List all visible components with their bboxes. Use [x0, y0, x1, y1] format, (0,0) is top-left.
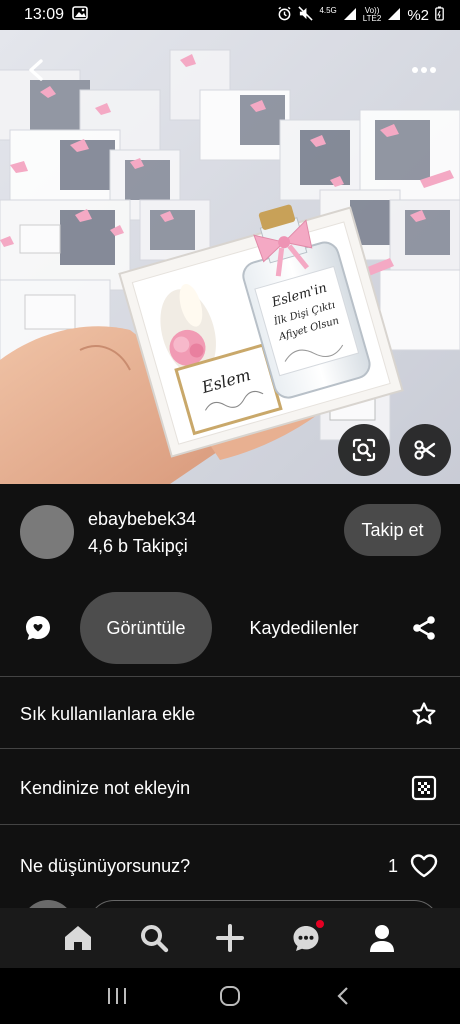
back-button[interactable]: [18, 52, 54, 88]
crop-button[interactable]: [399, 424, 451, 476]
recent-apps-button[interactable]: [97, 976, 137, 1016]
profile-icon: [370, 925, 394, 952]
follower-count: 4,6 b Takipçi: [88, 536, 188, 556]
lte-text: LTE2: [362, 14, 382, 23]
battery-icon: [435, 6, 444, 24]
visual-search-button[interactable]: [338, 424, 390, 476]
signal-icon: [343, 7, 357, 24]
network-top: 4.5G: [319, 6, 337, 15]
avatar[interactable]: [20, 505, 74, 559]
pin-photo-illustration: Eslem Eslem'in İlk Dişi Çıktı Afiyet Ols…: [0, 30, 460, 484]
action-tabs: Görüntüle Kaydedilenler: [0, 590, 460, 666]
comment-button[interactable]: [20, 610, 56, 646]
battery-percent: %2: [407, 6, 429, 24]
more-options-button[interactable]: [406, 52, 442, 88]
add-icon: [216, 924, 244, 952]
tab-saved[interactable]: Kaydedilenler: [236, 592, 372, 664]
divider: [0, 748, 460, 749]
favorites-label: Sık kullanılanlara ekle: [20, 703, 196, 724]
search-icon: [141, 925, 169, 953]
creator-row: ebaybebek34 4,6 b Takipçi Takip et: [0, 484, 460, 580]
nav-profile[interactable]: [362, 918, 402, 958]
home-icon: [65, 926, 91, 950]
notification-dot: [316, 920, 324, 928]
more-icon: [412, 67, 436, 73]
network-type: 4.5G .: [319, 7, 336, 23]
comment-icon: [26, 616, 50, 640]
scissors-icon: [414, 440, 436, 460]
nav-home[interactable]: [58, 918, 98, 958]
signal-icon-2: [387, 7, 401, 24]
share-icon: [413, 616, 435, 640]
nav-messages[interactable]: [286, 918, 326, 958]
nav-create[interactable]: [210, 918, 250, 958]
nav-search[interactable]: [134, 918, 174, 958]
divider: [0, 824, 460, 825]
recent-apps-icon: [107, 988, 126, 1004]
back-arrow-icon: [29, 59, 43, 81]
heart-icon[interactable]: [408, 850, 440, 882]
mute-icon: [298, 6, 314, 24]
home-button[interactable]: [210, 976, 250, 1016]
share-button[interactable]: [406, 610, 442, 646]
status-time: 13:09: [24, 6, 65, 23]
add-to-favorites-row[interactable]: Sık kullanılanlara ekle: [0, 676, 460, 752]
follow-button[interactable]: Takip et: [344, 504, 441, 556]
chevron-left-icon: [337, 987, 349, 1005]
comments-row: Ne düşünüyorsunuz? 1: [0, 828, 460, 904]
note-icon[interactable]: [408, 772, 440, 804]
back-system-button[interactable]: [323, 976, 363, 1016]
visual-search-icon: [352, 438, 376, 462]
status-bar: 13:09 4.5G . Vo)) LTE2 %2: [0, 0, 460, 30]
image-icon: [72, 5, 88, 25]
bottom-nav: [0, 908, 460, 968]
home-circle-icon: [219, 986, 240, 1006]
volte-indicator: Vo)) LTE2: [363, 7, 382, 23]
star-icon[interactable]: [408, 698, 440, 730]
alarm-icon: [277, 6, 292, 24]
creator-name[interactable]: ebaybebek34: [88, 509, 196, 530]
note-label: Kendinize not ekleyin: [20, 777, 191, 798]
add-note-row[interactable]: Kendinize not ekleyin: [0, 750, 460, 826]
like-count: 1: [387, 855, 398, 876]
pin-image[interactable]: Eslem Eslem'in İlk Dişi Çıktı Afiyet Ols…: [0, 30, 460, 484]
messages-icon: [293, 926, 319, 951]
comments-label: Ne düşünüyorsunuz?: [20, 855, 191, 876]
tab-view[interactable]: Görüntüle: [80, 592, 212, 664]
system-nav: [0, 968, 460, 1024]
